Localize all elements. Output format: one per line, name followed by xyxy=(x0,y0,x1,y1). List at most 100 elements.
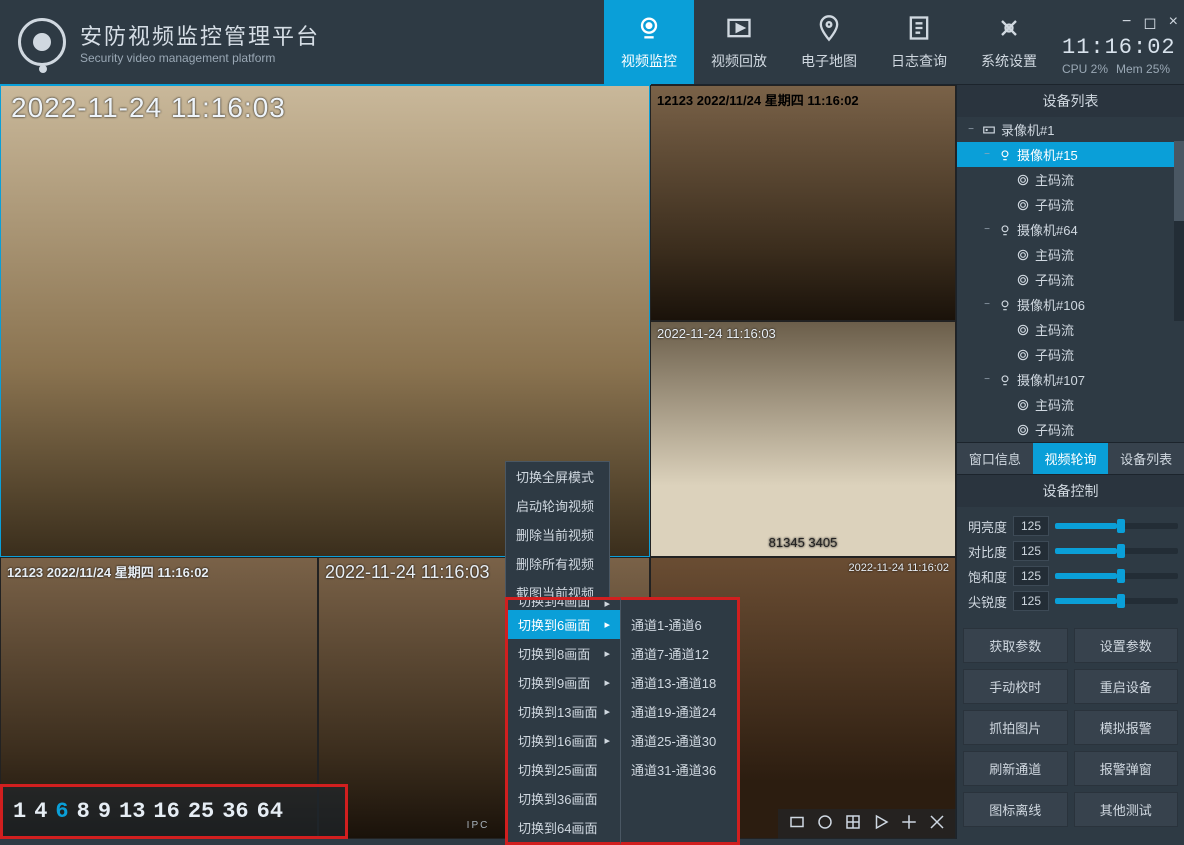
ctx-item[interactable]: 删除当前视频 xyxy=(506,520,609,549)
device-control-title: 设备控制 xyxy=(957,475,1184,507)
video-grid: 2022-11-24 11:16:03 12123 2022/11/24 星期四… xyxy=(0,85,956,839)
slider-track[interactable] xyxy=(1055,598,1178,604)
video-pane-3[interactable]: 2022-11-24 11:16:03 81345 3405 xyxy=(650,321,956,557)
device-button[interactable]: 其他测试 xyxy=(1074,792,1179,827)
tree-twisty-icon[interactable]: − xyxy=(965,124,977,135)
tree-row[interactable]: 主码流 xyxy=(957,242,1184,267)
ctx-item-layout[interactable]: 切换到16画面 xyxy=(508,726,620,755)
tree-row[interactable]: 子码流 xyxy=(957,417,1184,442)
slider-thumb[interactable] xyxy=(1117,519,1125,533)
ctx-item-channel[interactable]: 通道7-通道12 xyxy=(621,639,737,668)
ctx-item-channel[interactable]: 通道31-通道36 xyxy=(621,755,737,784)
slider-thumb[interactable] xyxy=(1117,569,1125,583)
device-button[interactable]: 刷新通道 xyxy=(963,751,1068,786)
ctx-item-layout[interactable]: 切换到64画面 xyxy=(508,813,620,842)
tree-scrollbar[interactable] xyxy=(1174,141,1184,321)
device-button[interactable]: 抓拍图片 xyxy=(963,710,1068,745)
cam-icon xyxy=(997,148,1013,162)
device-button[interactable]: 报警弹窗 xyxy=(1074,751,1179,786)
layout-option-9[interactable]: 9 xyxy=(98,799,111,824)
layout-option-8[interactable]: 8 xyxy=(77,799,90,824)
osd-timestamp: 2022-11-24 11:16:02 xyxy=(848,562,949,574)
tree-twisty-icon[interactable]: − xyxy=(981,374,993,385)
ctx-item[interactable]: 启动轮询视频 xyxy=(506,491,609,520)
webcam-icon xyxy=(635,14,663,45)
ctx-item[interactable]: 删除所有视频 xyxy=(506,549,609,578)
close-icon[interactable]: × xyxy=(1169,13,1178,33)
device-button[interactable]: 图标离线 xyxy=(963,792,1068,827)
ctx-item-layout[interactable]: 切换到25画面 xyxy=(508,755,620,784)
tool-icon[interactable] xyxy=(928,813,946,836)
ctx-item-layout[interactable]: 切换到8画面 xyxy=(508,639,620,668)
tool-icon[interactable] xyxy=(900,813,918,836)
ctx-item[interactable]: 切换全屏模式 xyxy=(506,462,609,491)
layout-option-1[interactable]: 1 xyxy=(13,799,26,824)
device-button[interactable]: 模拟报警 xyxy=(1074,710,1179,745)
app-logo-icon xyxy=(18,18,66,66)
tree-row[interactable]: 子码流 xyxy=(957,342,1184,367)
ctx-item-layout[interactable]: 切换到36画面 xyxy=(508,784,620,813)
tool-icon[interactable] xyxy=(844,813,862,836)
tool-icon[interactable] xyxy=(872,813,890,836)
sidebar-tabs: 窗口信息视频轮询设备列表 xyxy=(957,442,1184,475)
main-nav: 视频监控视频回放电子地图日志查询系统设置 xyxy=(604,0,1054,84)
slider-track[interactable] xyxy=(1055,523,1178,529)
ctx-item-layout[interactable]: 切换到6画面 xyxy=(508,610,620,639)
tree-row[interactable]: −录像机#1 xyxy=(957,117,1184,142)
maximize-icon[interactable]: ◻ xyxy=(1143,13,1156,33)
nav-log[interactable]: 日志查询 xyxy=(874,0,964,84)
tree-row[interactable]: −摄像机#107 xyxy=(957,367,1184,392)
tree-twisty-icon[interactable]: − xyxy=(981,224,993,235)
context-menu-layout[interactable]: 切换到4画面切换到6画面切换到8画面切换到9画面切换到13画面切换到16画面切换… xyxy=(505,597,620,845)
ctx-item-channel[interactable]: 通道13-通道18 xyxy=(621,668,737,697)
tree-row[interactable]: 主码流 xyxy=(957,317,1184,342)
minimize-icon[interactable]: − xyxy=(1122,13,1131,33)
slider-thumb[interactable] xyxy=(1117,594,1125,608)
context-menu-channels[interactable]: 通道1-通道6通道7-通道12通道13-通道18通道19-通道24通道25-通道… xyxy=(620,597,740,845)
device-button[interactable]: 手动校时 xyxy=(963,669,1068,704)
tool-icon[interactable] xyxy=(816,813,834,836)
tree-row[interactable]: 子码流 xyxy=(957,192,1184,217)
nav-playback[interactable]: 视频回放 xyxy=(694,0,784,84)
sidebar-tab[interactable]: 视频轮询 xyxy=(1033,443,1109,474)
tree-row[interactable]: 主码流 xyxy=(957,167,1184,192)
ctx-item-layout[interactable]: 切换到9画面 xyxy=(508,668,620,697)
layout-option-36[interactable]: 36 xyxy=(222,799,248,824)
slider-value: 125 xyxy=(1013,541,1049,561)
ctx-item-clipped[interactable]: 切换到4画面 xyxy=(508,600,620,610)
ctx-item-channel[interactable]: 通道25-通道30 xyxy=(621,726,737,755)
tree-row[interactable]: −摄像机#15 xyxy=(957,142,1184,167)
tool-icon[interactable] xyxy=(788,813,806,836)
app-title: 安防视频监控管理平台 xyxy=(80,19,320,51)
nav-map-pin[interactable]: 电子地图 xyxy=(784,0,874,84)
tree-row[interactable]: −摄像机#106 xyxy=(957,292,1184,317)
nav-webcam[interactable]: 视频监控 xyxy=(604,0,694,84)
video-pane-2[interactable]: 12123 2022/11/24 星期四 11:16:02 xyxy=(650,85,956,321)
ctx-item-layout[interactable]: 切换到13画面 xyxy=(508,697,620,726)
layout-selector[interactable]: 14689 13 16 25 36 64 xyxy=(0,784,348,839)
layout-option-25[interactable]: 25 xyxy=(188,799,214,824)
ctx-item-channel[interactable]: 通道19-通道24 xyxy=(621,697,737,726)
tree-twisty-icon[interactable]: − xyxy=(981,149,993,160)
stream-icon xyxy=(1015,348,1031,362)
layout-option-4[interactable]: 4 xyxy=(34,799,47,824)
slider-label: 饱和度 xyxy=(963,567,1007,586)
device-button[interactable]: 获取参数 xyxy=(963,628,1068,663)
tree-row[interactable]: 子码流 xyxy=(957,267,1184,292)
slider-track[interactable] xyxy=(1055,548,1178,554)
nav-tools[interactable]: 系统设置 xyxy=(964,0,1054,84)
tree-row[interactable]: −摄像机#64 xyxy=(957,217,1184,242)
layout-option-16[interactable]: 16 xyxy=(153,799,179,824)
sidebar-tab[interactable]: 设备列表 xyxy=(1108,443,1184,474)
slider-track[interactable] xyxy=(1055,573,1178,579)
device-button[interactable]: 重启设备 xyxy=(1074,669,1179,704)
layout-option-6[interactable]: 6 xyxy=(55,799,68,824)
tree-twisty-icon[interactable]: − xyxy=(981,299,993,310)
layout-option-13[interactable]: 13 xyxy=(119,799,145,824)
ctx-item-channel[interactable]: 通道1-通道6 xyxy=(621,610,737,639)
device-button[interactable]: 设置参数 xyxy=(1074,628,1179,663)
tree-row[interactable]: 主码流 xyxy=(957,392,1184,417)
sidebar-tab[interactable]: 窗口信息 xyxy=(957,443,1033,474)
slider-thumb[interactable] xyxy=(1117,544,1125,558)
layout-option-64[interactable]: 64 xyxy=(257,799,283,824)
